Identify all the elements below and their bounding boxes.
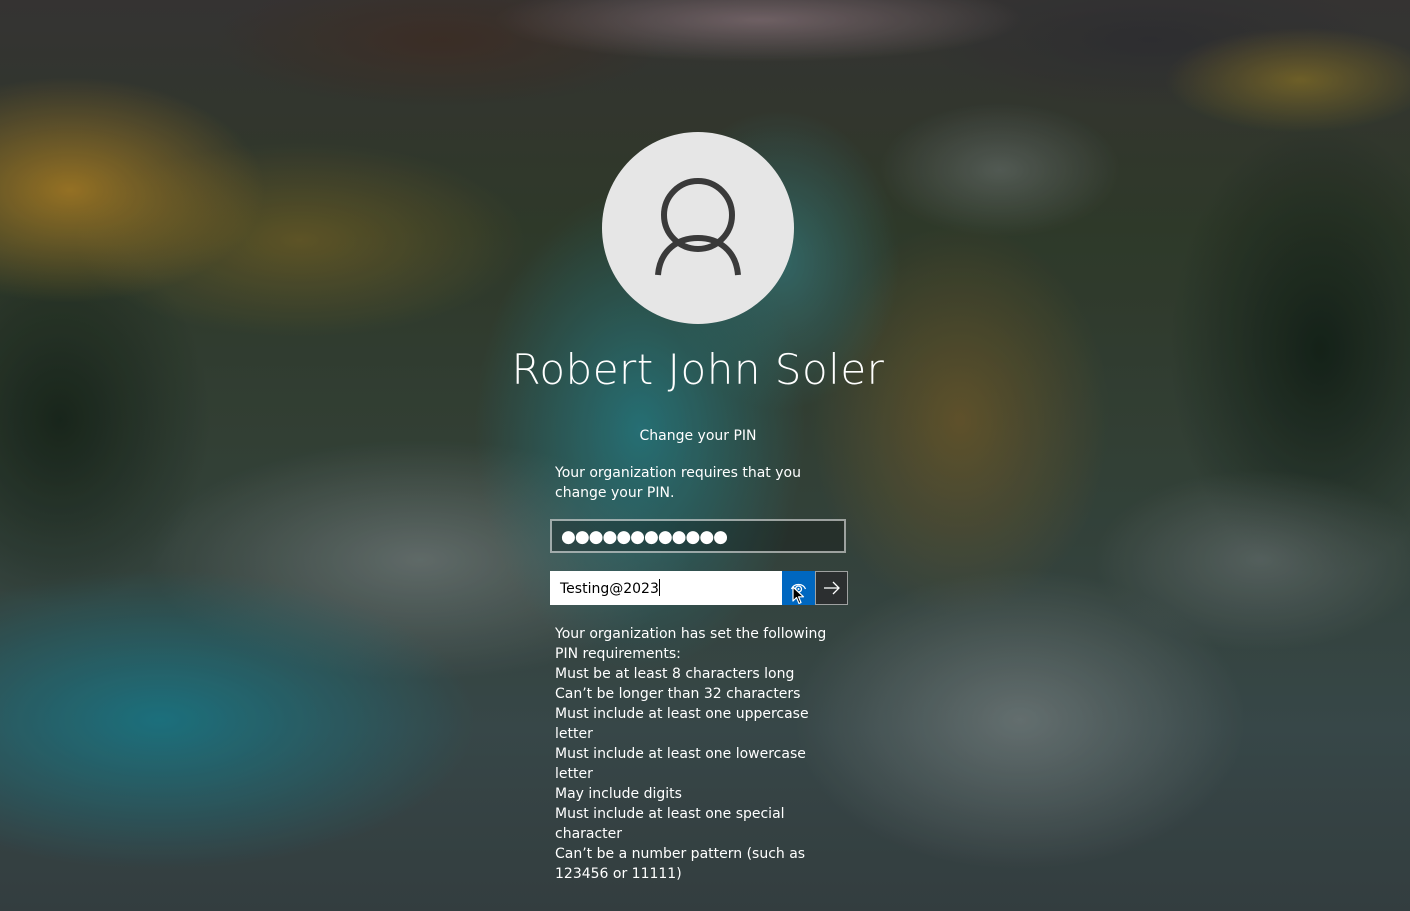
pin-requirements: Your organization has set the following … bbox=[555, 624, 847, 884]
requirement-item: Can’t be longer than 32 characters bbox=[555, 686, 801, 702]
change-pin-message: Your organization requires that you chan… bbox=[555, 465, 801, 501]
requirement-item: Can’t be a number pattern (such as 12345… bbox=[555, 846, 806, 882]
current-pin-masked-value: ●●●●●●●●●●●● bbox=[561, 527, 728, 547]
requirement-item: Must be at least 8 characters long bbox=[555, 666, 795, 682]
lock-screen: Robert John Soler Change your PIN Your o… bbox=[0, 0, 1410, 911]
user-avatar bbox=[602, 132, 794, 324]
new-pin-value: Testing@2023 bbox=[560, 579, 660, 597]
text-caret bbox=[658, 579, 660, 596]
mouse-pointer-icon bbox=[792, 586, 805, 605]
requirement-item: Must include at least one uppercase lett… bbox=[555, 706, 809, 742]
user-name: Robert John Soler bbox=[511, 345, 885, 394]
requirement-item: Must include at least one special charac… bbox=[555, 806, 785, 842]
current-pin-input[interactable]: ●●●●●●●●●●●● bbox=[550, 519, 846, 553]
arrow-right-icon bbox=[824, 581, 840, 595]
submit-pin-button[interactable] bbox=[815, 571, 848, 605]
requirement-item: May include digits bbox=[555, 786, 682, 802]
person-icon bbox=[655, 178, 741, 276]
change-pin-title: Change your PIN bbox=[639, 428, 757, 444]
requirement-item: Must include at least one lowercase lett… bbox=[555, 746, 806, 782]
requirements-intro: Your organization has set the following … bbox=[555, 626, 827, 662]
